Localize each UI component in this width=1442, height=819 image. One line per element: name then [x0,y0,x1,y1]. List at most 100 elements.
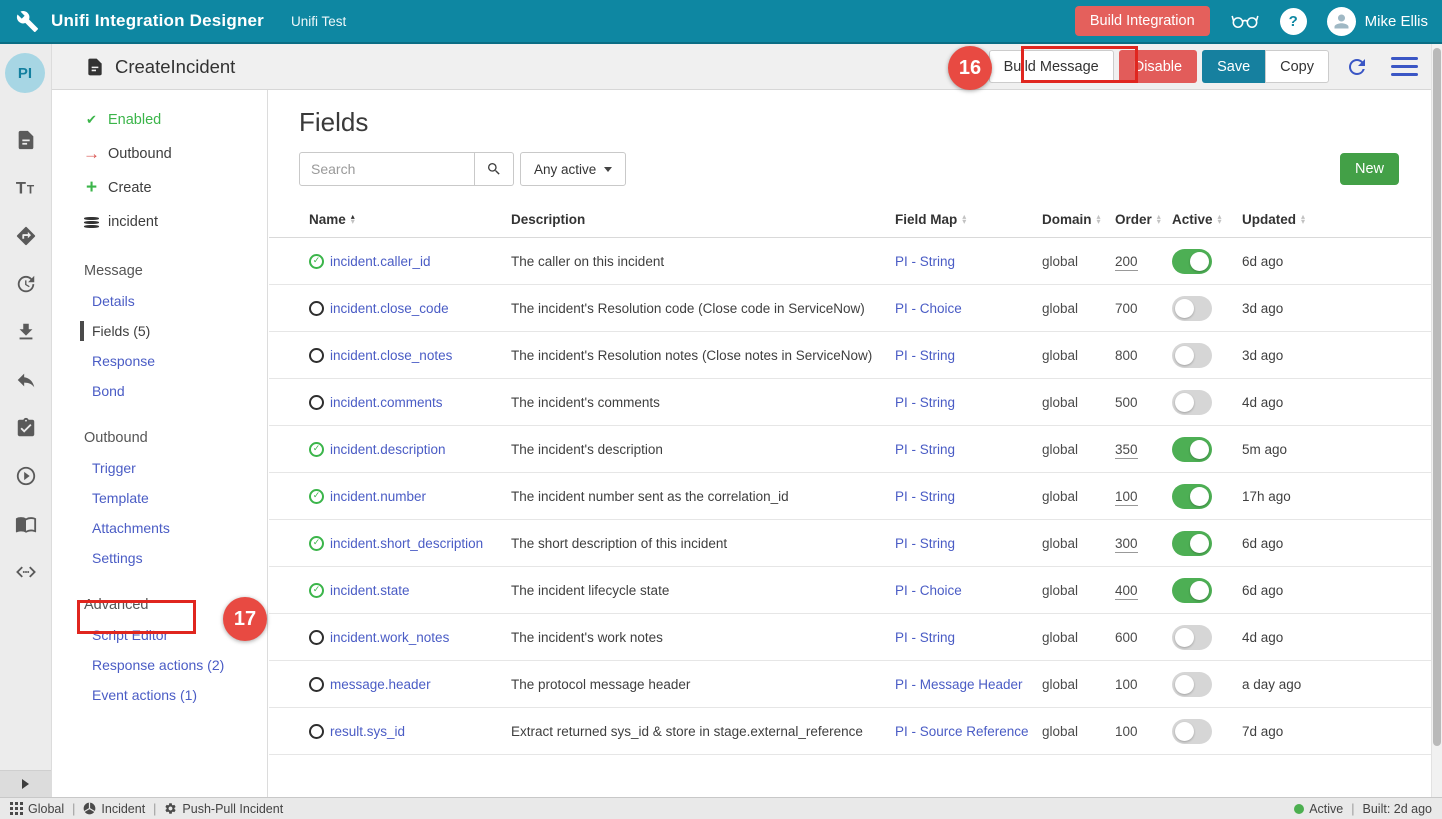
refresh-icon[interactable] [1345,55,1369,79]
menu-icon[interactable] [1391,57,1418,77]
run-icon[interactable] [0,464,52,488]
user-menu[interactable]: Mike Ellis [1327,7,1428,36]
reply-icon[interactable] [0,368,52,392]
check-icon [84,112,99,128]
sidebar-item-outbound[interactable]: Outbound [53,137,267,171]
new-field-button[interactable]: New [1340,153,1399,185]
disable-button[interactable]: Disable [1119,50,1197,83]
field-map-link[interactable]: PI - String [895,536,1042,551]
field-map-link[interactable]: PI - Source Reference [895,724,1042,739]
scrollbar-thumb[interactable] [1433,48,1441,746]
field-order[interactable]: 350 [1115,442,1172,457]
column-header-name[interactable]: Name [309,212,511,227]
active-toggle[interactable] [1172,343,1212,368]
field-name-link[interactable]: incident.work_notes [330,630,511,645]
book-icon[interactable] [0,512,52,536]
save-button[interactable]: Save [1202,50,1265,83]
sidebar-item-create[interactable]: Create [53,171,267,205]
column-header-domain[interactable]: Domain [1042,212,1115,227]
search-icon [486,161,502,177]
statusbar-item-push-pull-incident[interactable]: Push-Pull Incident [164,802,283,816]
expand-sidebar-button[interactable] [0,770,51,797]
field-map-link[interactable]: PI - String [895,489,1042,504]
sidebar-item-incident[interactable]: incident [53,205,267,239]
field-name-link[interactable]: incident.close_code [330,301,511,316]
field-name-link[interactable]: incident.comments [330,395,511,410]
field-description: The incident's Resolution notes (Close n… [511,348,895,363]
grid-icon [10,802,23,815]
search-button[interactable] [475,152,514,186]
process-avatar[interactable]: PI [5,53,45,93]
code-icon[interactable] [0,560,52,584]
sidebar-item-enabled[interactable]: Enabled [53,103,267,137]
field-order[interactable]: 400 [1115,583,1172,598]
active-toggle[interactable] [1172,531,1212,556]
sidebar-item-response-actions-2-[interactable]: Response actions (2) [53,650,267,680]
field-map-link[interactable]: PI - String [895,348,1042,363]
active-toggle[interactable] [1172,484,1212,509]
statusbar-item-global[interactable]: Global [10,802,64,816]
active-toggle[interactable] [1172,437,1212,462]
active-toggle[interactable] [1172,249,1212,274]
build-integration-button[interactable]: Build Integration [1075,6,1210,36]
field-map-link[interactable]: PI - String [895,442,1042,457]
text-icon[interactable]: TT [0,176,52,200]
history-icon[interactable] [0,272,52,296]
field-map-link[interactable]: PI - Message Header [895,677,1042,692]
active-toggle[interactable] [1172,625,1212,650]
active-check-circle-icon [309,442,324,457]
field-map-link[interactable]: PI - Choice [895,301,1042,316]
field-map-link[interactable]: PI - String [895,254,1042,269]
active-toggle[interactable] [1172,578,1212,603]
field-name-link[interactable]: message.header [330,677,511,692]
document-icon[interactable] [0,128,52,152]
column-header-updated[interactable]: Updated [1242,212,1431,227]
field-map-link[interactable]: PI - String [895,395,1042,410]
preview-glasses-icon[interactable] [1231,11,1259,31]
field-map-link[interactable]: PI - Choice [895,583,1042,598]
directions-icon[interactable] [0,224,52,248]
active-filter-dropdown[interactable]: Any active [520,152,626,186]
download-icon[interactable] [0,320,52,344]
field-order[interactable]: 100 [1115,489,1172,504]
sidebar-item-response[interactable]: Response [53,346,267,376]
sidebar-item-fields-5-[interactable]: Fields (5) [53,316,267,346]
column-header-order[interactable]: Order [1115,212,1172,227]
search-input[interactable] [299,152,475,186]
field-description: The incident's work notes [511,630,895,645]
field-name-link[interactable]: incident.close_notes [330,348,511,363]
field-name-link[interactable]: incident.number [330,489,511,504]
sidebar-item-bond[interactable]: Bond [53,376,267,406]
sidebar-item-details[interactable]: Details [53,286,267,316]
field-name-link[interactable]: incident.short_description [330,536,511,551]
tasks-icon[interactable] [0,416,52,440]
help-icon[interactable]: ? [1280,8,1307,35]
field-order[interactable]: 200 [1115,254,1172,269]
statusbar-item-incident[interactable]: Incident [83,802,145,816]
field-name-link[interactable]: incident.state [330,583,511,598]
column-label: Description [511,212,585,227]
field-name-link[interactable]: incident.description [330,442,511,457]
field-order[interactable]: 300 [1115,536,1172,551]
scrollbar[interactable] [1431,44,1442,797]
workspace-name[interactable]: Unifi Test [291,14,346,29]
field-map-link[interactable]: PI - String [895,630,1042,645]
field-name-link[interactable]: result.sys_id [330,724,511,739]
build-message-button[interactable]: Build Message [989,50,1114,83]
sort-arrows-icon [962,214,966,224]
sidebar-item-template[interactable]: Template [53,483,267,513]
column-header-active[interactable]: Active [1172,212,1242,227]
status-bar: Global|Incident|Push-Pull Incident Activ… [0,797,1442,819]
sidebar-item-attachments[interactable]: Attachments [53,513,267,543]
sidebar-item-trigger[interactable]: Trigger [53,453,267,483]
sidebar-item-event-actions-1-[interactable]: Event actions (1) [53,680,267,710]
active-toggle[interactable] [1172,719,1212,744]
sidebar-item-settings[interactable]: Settings [53,543,267,573]
field-name-link[interactable]: incident.caller_id [330,254,511,269]
active-toggle[interactable] [1172,390,1212,415]
copy-button[interactable]: Copy [1265,50,1329,83]
active-toggle[interactable] [1172,672,1212,697]
incident-icon [83,802,96,815]
active-toggle[interactable] [1172,296,1212,321]
column-header-field-map[interactable]: Field Map [895,212,1042,227]
